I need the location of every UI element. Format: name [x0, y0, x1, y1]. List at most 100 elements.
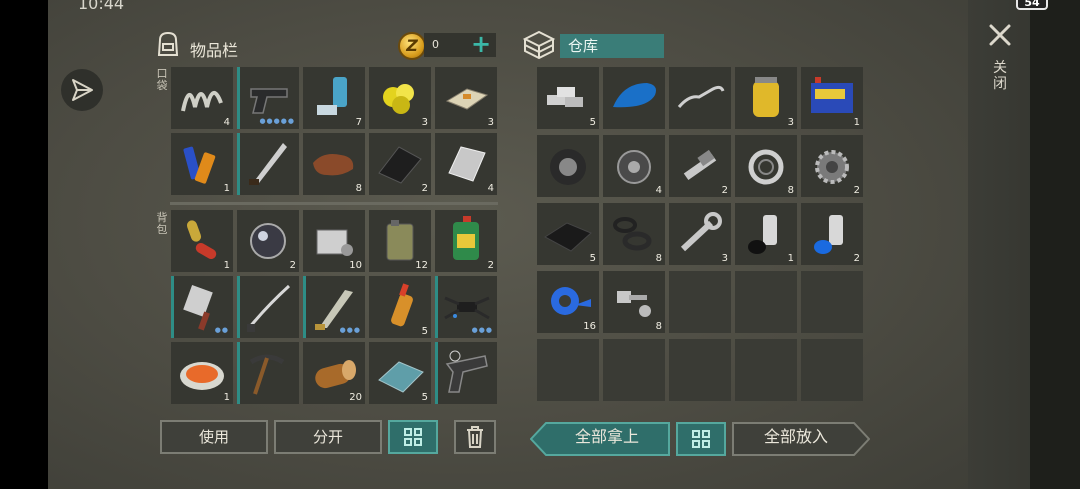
backpack-slot[interactable]: ●●●: [303, 276, 365, 338]
storage-slot[interactable]: 1: [735, 203, 797, 265]
backpack-slot[interactable]: [435, 342, 497, 404]
backpack-slot[interactable]: 2: [237, 210, 299, 272]
pocket-grid: 4 ●●●●● 7 3 3 1 8 2 4: [171, 67, 497, 195]
storage-slot[interactable]: 3: [735, 67, 797, 129]
backpack-slot[interactable]: 2: [435, 210, 497, 272]
storage-name-field[interactable]: 仓库: [560, 34, 664, 58]
send-button[interactable]: [61, 69, 103, 111]
grid-sort-icon: [404, 428, 422, 446]
sort-storage-button[interactable]: [676, 422, 726, 456]
grid-sort-icon: [692, 430, 710, 448]
item-count: 3: [721, 253, 728, 264]
item-count: 8: [787, 185, 794, 196]
backpack-slot[interactable]: 20: [303, 342, 365, 404]
take-all-label[interactable]: 全部拿上: [548, 422, 666, 456]
send-icon: [72, 79, 93, 101]
put-all-label[interactable]: 全部放入: [738, 422, 854, 456]
item-count: 2: [487, 260, 494, 271]
storage-slot[interactable]: [537, 135, 599, 197]
backpack-slot[interactable]: ●●●: [435, 276, 497, 338]
storage-slot[interactable]: 2: [801, 135, 863, 197]
storage-slot[interactable]: 5: [537, 67, 599, 129]
storage-slot[interactable]: 2: [801, 203, 863, 265]
backpack-slot[interactable]: 12: [369, 210, 431, 272]
pocket-slot[interactable]: 8: [303, 133, 365, 195]
empty-slot[interactable]: [669, 271, 731, 333]
handlebar-icon: [677, 85, 725, 108]
backpack-slot[interactable]: 5: [369, 276, 431, 338]
use-button[interactable]: 使用: [160, 420, 268, 454]
storage-slot[interactable]: 3: [669, 203, 731, 265]
empty-slot[interactable]: [801, 271, 863, 333]
backpack-slot[interactable]: 5: [369, 342, 431, 404]
item-count: 3: [487, 117, 494, 128]
empty-slot[interactable]: [735, 339, 797, 401]
storage-slot[interactable]: 2: [669, 135, 731, 197]
backpack-slot[interactable]: [237, 342, 299, 404]
pocket-label: 口袋: [156, 67, 168, 92]
item-count: 8: [655, 253, 662, 264]
pocket-slot[interactable]: 3: [435, 67, 497, 129]
item-count: 4: [655, 185, 662, 196]
item-count: 5: [589, 117, 596, 128]
backpack-slot[interactable]: 10: [303, 210, 365, 272]
storage-slot[interactable]: 8: [735, 135, 797, 197]
pocket-slot[interactable]: 3: [369, 67, 431, 129]
trash-button[interactable]: [454, 420, 496, 454]
storage-slot[interactable]: 1: [801, 67, 863, 129]
item-count: 3: [787, 117, 794, 128]
split-button[interactable]: 分开: [274, 420, 382, 454]
empty-slot[interactable]: [735, 271, 797, 333]
storage-slot[interactable]: 5: [537, 203, 599, 265]
pocket-slot[interactable]: 7: [303, 67, 365, 129]
item-count: 2: [853, 185, 860, 196]
flare-gun-icon: [445, 350, 488, 393]
durability-dots: ●●●: [339, 326, 361, 334]
machete-icon: [249, 143, 287, 185]
item-count: 3: [421, 117, 428, 128]
item-count: 5: [421, 392, 428, 403]
section-divider: [170, 202, 498, 205]
backpack-slot[interactable]: [237, 276, 299, 338]
empty-slot[interactable]: [537, 339, 599, 401]
coin-icon: Z: [398, 32, 426, 60]
item-count: 1: [787, 253, 794, 264]
add-coins-button[interactable]: +: [471, 31, 491, 57]
sort-inventory-button[interactable]: [388, 420, 438, 454]
pickaxe-icon: [249, 354, 285, 395]
empty-slot[interactable]: [801, 339, 863, 401]
empty-slot[interactable]: [603, 339, 665, 401]
item-count: 1: [223, 183, 230, 194]
durability-dots: ●●●: [471, 326, 493, 334]
pocket-slot[interactable]: ●●●●●: [237, 67, 299, 129]
item-count: 2: [421, 183, 428, 194]
item-count: 2: [289, 260, 296, 271]
pocket-slot[interactable]: [237, 133, 299, 195]
storage-slot[interactable]: [603, 67, 665, 129]
pocket-slot[interactable]: 2: [369, 133, 431, 195]
close-icon[interactable]: [985, 20, 1015, 50]
item-count: 1: [853, 117, 860, 128]
storage-slot[interactable]: 8: [603, 271, 665, 333]
item-count: 20: [349, 392, 362, 403]
item-count: 5: [589, 253, 596, 264]
pocket-slot[interactable]: 1: [171, 133, 233, 195]
backpack-slot[interactable]: ●●: [171, 276, 233, 338]
coin-balance: 0: [432, 38, 439, 51]
close-label[interactable]: 关闭: [990, 60, 1010, 92]
backpack-slot[interactable]: 1: [171, 210, 233, 272]
storage-slot[interactable]: 8: [603, 203, 665, 265]
item-count: 8: [355, 183, 362, 194]
storage-slot[interactable]: 16: [537, 271, 599, 333]
storage-grid: 5 3 1 4 2 8 2 5 8 3 1 2 16 8: [537, 67, 863, 403]
durability-dots: ●●●●●: [259, 117, 295, 125]
right-bezel: [1030, 0, 1080, 489]
inventory-title: 物品栏: [190, 41, 239, 60]
empty-slot[interactable]: [669, 339, 731, 401]
storage-slot[interactable]: [669, 67, 731, 129]
item-count: 5: [421, 326, 428, 337]
storage-slot[interactable]: 4: [603, 135, 665, 197]
pocket-slot[interactable]: 4: [435, 133, 497, 195]
pocket-slot[interactable]: 4: [171, 67, 233, 129]
backpack-slot[interactable]: 1: [171, 342, 233, 404]
